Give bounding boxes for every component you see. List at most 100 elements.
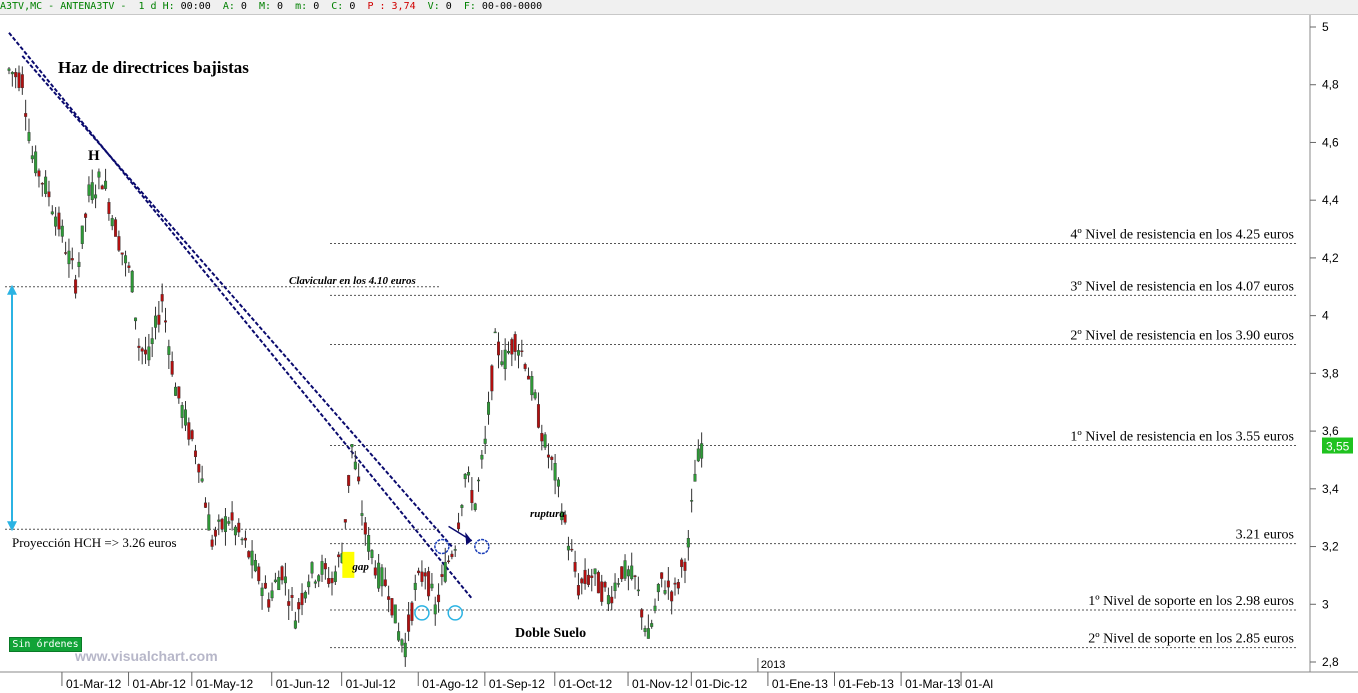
level-label: 2º Nivel de resistencia en los 3.90 euro… <box>1070 329 1294 344</box>
candle-body <box>636 589 640 592</box>
projection-label: Proyección HCH => 3.26 euros <box>12 535 177 550</box>
x-tick-label: 01-Jul-12 <box>346 677 396 691</box>
candle-body <box>423 572 427 577</box>
candle-body <box>343 519 347 523</box>
candle-body <box>490 365 494 392</box>
candle-body <box>610 596 614 604</box>
candle-body <box>543 434 547 448</box>
candle-body <box>80 225 84 244</box>
candle-body <box>666 580 670 588</box>
candle-body <box>74 279 78 294</box>
y-tick-label: 4,8 <box>1322 78 1339 92</box>
candle-body <box>460 505 464 508</box>
candle-body <box>7 68 11 71</box>
candle-body <box>420 571 424 582</box>
level-label: 1º Nivel de resistencia en los 3.55 euro… <box>1070 430 1294 445</box>
candle-body <box>347 475 351 486</box>
candle-body <box>676 582 680 589</box>
candle-body <box>127 265 131 268</box>
level-label: 4º Nivel de resistencia en los 4.25 euro… <box>1070 227 1294 242</box>
candle-body <box>297 602 301 610</box>
candle-body <box>510 339 514 355</box>
candle-body <box>530 376 534 396</box>
candle-body <box>263 582 267 589</box>
candle-body <box>686 538 690 548</box>
candle-body <box>290 595 294 598</box>
candle-body <box>477 479 481 482</box>
candle-body <box>363 522 367 535</box>
candle-body <box>157 314 161 325</box>
candle-body <box>430 583 434 589</box>
candle-body <box>24 113 28 117</box>
candle-body <box>330 577 334 584</box>
x-tick-label: 01-Oct-12 <box>559 677 613 691</box>
price-chart[interactable]: 4º Nivel de resistencia en los 4.25 euro… <box>0 0 1358 693</box>
candle-body <box>533 392 537 399</box>
chart-title: Haz de directrices bajistas <box>58 58 249 77</box>
candle-body <box>403 642 407 658</box>
candle-body <box>70 258 74 261</box>
ruptura-arrowhead <box>465 532 472 546</box>
candle-body <box>546 454 550 458</box>
candle-body <box>124 255 128 264</box>
candle-body <box>596 572 600 594</box>
candle-body <box>110 218 114 227</box>
x-tick-label: 01-Al <box>965 677 993 691</box>
candle-body <box>393 604 397 624</box>
candle-body <box>187 422 191 440</box>
candle-body <box>107 202 111 214</box>
candle-body <box>333 571 337 582</box>
candle-body <box>556 479 560 487</box>
clavicular-label: Clavicular en los 4.10 euros <box>289 275 416 287</box>
candle-body <box>616 583 620 585</box>
candle-body <box>260 587 264 596</box>
candle-body <box>440 574 444 577</box>
x-tick-label: 01-May-12 <box>196 677 254 691</box>
chart-background <box>0 15 1358 673</box>
candle-body <box>387 596 391 600</box>
candle-body <box>34 151 38 174</box>
candle-body <box>690 500 694 502</box>
candle-body <box>473 503 477 510</box>
candle-body <box>593 568 597 575</box>
y-axis-ticks: 5 4,8 4,6 4,4 4,2 4 3,8 3,6 3,4 3,2 3 2,8 <box>1310 20 1339 669</box>
candle-body <box>287 601 291 606</box>
y-tick-label: 4 <box>1322 309 1329 323</box>
level-label: 2º Nivel de soporte en los 2.85 euros <box>1088 632 1294 647</box>
candle-body <box>603 581 607 588</box>
candle-body <box>217 519 221 522</box>
candle-body <box>643 628 647 632</box>
candle-body <box>390 598 394 616</box>
candle-body <box>500 361 504 365</box>
orders-status[interactable]: Sin órdenes <box>9 637 82 652</box>
candle-body <box>230 512 234 521</box>
y-tick-label: 4,6 <box>1322 135 1339 149</box>
candle-body <box>273 579 277 583</box>
candle-body <box>437 594 441 603</box>
candle-body <box>84 213 88 218</box>
candle-body <box>373 567 377 576</box>
candle-body <box>507 351 511 354</box>
candle-body <box>17 72 21 88</box>
candle-body <box>114 219 118 237</box>
candle-body <box>630 565 634 580</box>
candle-body <box>493 331 497 334</box>
candle-body <box>104 180 108 189</box>
trendline <box>21 55 453 548</box>
candle-body <box>307 581 311 588</box>
candle-body <box>673 582 677 585</box>
h-marker: H <box>88 148 100 164</box>
candle-body <box>280 566 284 581</box>
candle-body <box>600 581 604 602</box>
candle-body <box>203 502 207 508</box>
candle-body <box>57 212 61 230</box>
candle-body <box>357 476 361 482</box>
candle-body <box>453 549 457 551</box>
candle-body <box>606 595 610 605</box>
candle-body <box>457 522 461 530</box>
candle-body <box>40 183 44 185</box>
candle-body <box>583 569 587 584</box>
candle-body <box>240 538 244 541</box>
candle-body <box>303 591 307 599</box>
candle-body <box>623 560 627 579</box>
